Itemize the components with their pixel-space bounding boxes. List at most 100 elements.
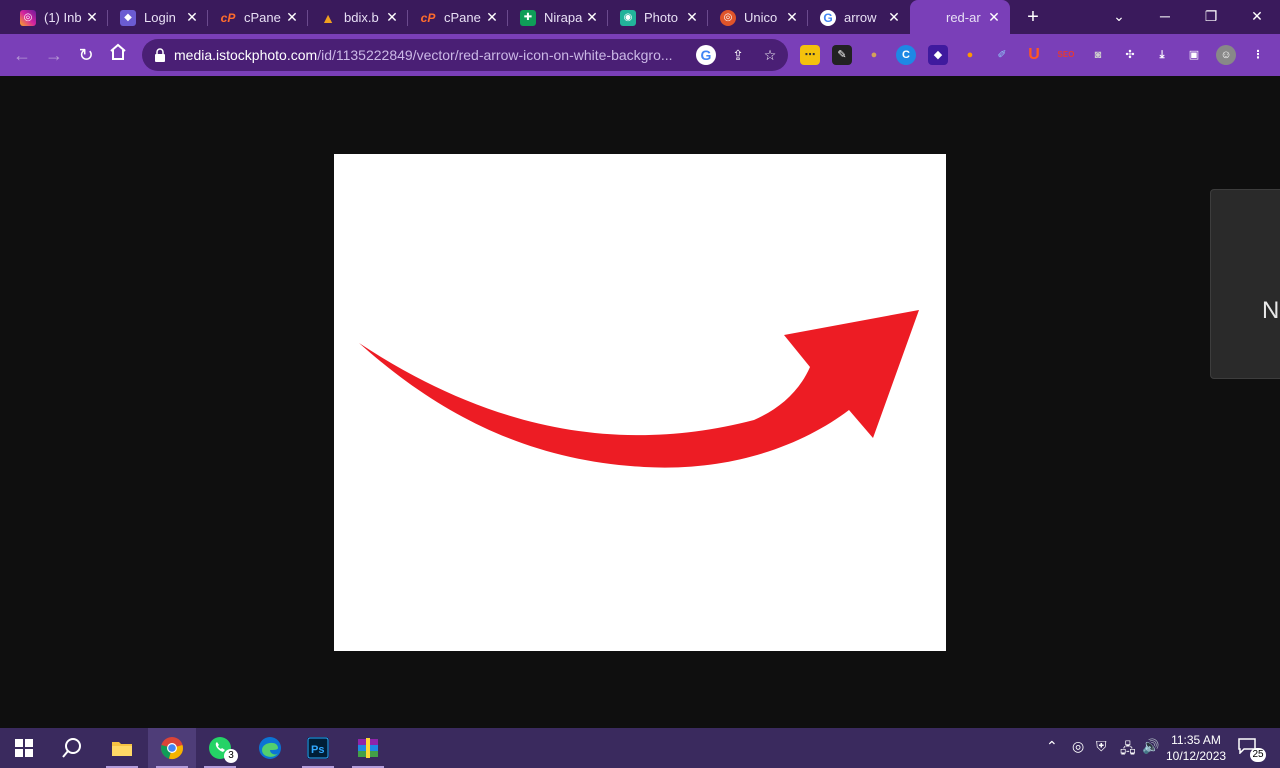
share-icon[interactable]: ⇪ <box>728 45 748 65</box>
back-icon[interactable]: ← <box>10 43 34 67</box>
search-button[interactable] <box>48 728 96 768</box>
side-card[interactable]: N <box>1210 189 1280 379</box>
lock-icon <box>155 48 165 62</box>
close-icon[interactable]: ✕ <box>584 9 600 25</box>
tab-instagram[interactable]: ◎ (1) Inb ✕ <box>8 3 108 32</box>
tab-bdix[interactable]: ▲ bdix.b ✕ <box>308 3 408 32</box>
whatsapp-badge: 3 <box>224 749 238 763</box>
extension-cube-icon[interactable]: ◆ <box>928 45 948 65</box>
side-panel-icon[interactable]: ▣ <box>1184 45 1204 65</box>
extension-circle-icon[interactable]: ● <box>960 45 980 65</box>
instagram-icon: ◎ <box>20 9 36 26</box>
security-icon[interactable]: ⛨ <box>1096 738 1107 755</box>
cookie-icon[interactable]: ● <box>864 45 884 65</box>
url-text: media.istockphoto.com/id/1135222849/vect… <box>174 47 673 63</box>
shield-icon: ◆ <box>120 9 136 26</box>
chrome-button[interactable] <box>148 728 196 768</box>
close-icon[interactable]: ✕ <box>184 9 200 25</box>
url-domain: media.istockphoto.com <box>174 47 318 63</box>
red-arrow-image[interactable] <box>334 154 946 651</box>
tab-title: Unico <box>744 10 778 25</box>
address-bar[interactable]: media.istockphoto.com/id/1135222849/vect… <box>142 39 788 71</box>
profile-avatar[interactable]: ☺ <box>1216 45 1236 65</box>
tab-title: red-ar <box>946 9 981 25</box>
show-hidden-icons-icon[interactable]: ⌃ <box>1046 738 1058 755</box>
search-icon <box>62 738 81 758</box>
tab-title: cPane <box>444 10 481 25</box>
unicorn-icon: ◎ <box>720 9 736 26</box>
clock-date: 10/12/2023 <box>1166 749 1227 763</box>
extension-pen-icon[interactable]: ✐ <box>992 45 1012 65</box>
close-icon[interactable]: ✕ <box>284 9 300 25</box>
edge-button[interactable] <box>246 728 294 768</box>
photo-icon: ◉ <box>620 9 636 26</box>
bookmark-star-icon[interactable]: ☆ <box>760 45 780 65</box>
notification-center-button[interactable]: 25 <box>1238 738 1266 762</box>
close-icon[interactable]: ✕ <box>986 9 1002 25</box>
close-icon[interactable]: ✕ <box>484 9 500 25</box>
new-tab-button[interactable]: + <box>1022 6 1044 28</box>
volume-icon[interactable]: 🔊 <box>1142 738 1159 755</box>
tab-title: Photo <box>644 10 678 25</box>
home-icon[interactable] <box>106 43 130 67</box>
screenshot-icon[interactable]: ◙ <box>1088 45 1108 65</box>
eyedropper-icon[interactable]: ✎ <box>832 45 852 65</box>
winrar-button[interactable] <box>344 728 392 768</box>
tab-search-icon[interactable]: ⌄ <box>1108 5 1130 27</box>
photoshop-button[interactable]: Ps <box>294 728 342 768</box>
cpanel-icon: cP <box>420 10 436 25</box>
tab-active[interactable]: red-ar ✕ <box>910 0 1010 34</box>
google-icon: G <box>820 9 836 26</box>
close-icon[interactable]: ✕ <box>886 9 902 25</box>
network-icon[interactable]: 🖧 <box>1120 738 1136 762</box>
close-icon[interactable]: ✕ <box>384 9 400 25</box>
tab-photo[interactable]: ◉ Photo ✕ <box>608 3 708 32</box>
close-icon[interactable]: ✕ <box>84 9 100 25</box>
url-path: /id/1135222849/vector/red-arrow-icon-on-… <box>317 47 673 63</box>
close-window-icon[interactable]: ✕ <box>1246 5 1268 27</box>
forward-icon[interactable]: → <box>42 43 66 67</box>
tab-title: arrow <box>844 10 877 25</box>
tab-login[interactable]: ◆ Login ✕ <box>108 3 208 32</box>
tab-cpanel[interactable]: cP cPane ✕ <box>208 3 308 32</box>
start-button[interactable] <box>0 728 48 768</box>
tab-title: Login <box>144 10 176 25</box>
winrar-icon <box>358 738 378 758</box>
restore-icon[interactable]: ❐ <box>1200 5 1222 27</box>
tab-arrow[interactable]: G arrow ✕ <box>808 3 910 32</box>
notification-count: 25 <box>1250 748 1266 762</box>
grammarly-icon[interactable]: C <box>896 45 916 65</box>
close-icon[interactable]: ✕ <box>684 9 700 25</box>
photoshop-icon: Ps <box>307 737 329 759</box>
folder-icon <box>112 742 132 756</box>
close-icon[interactable]: ✕ <box>784 9 800 25</box>
cpanel-icon: cP <box>220 10 236 25</box>
tab-cpanel-2[interactable]: cP cPane ✕ <box>408 3 508 32</box>
reload-icon[interactable]: ↻ <box>74 43 98 67</box>
meet-now-icon[interactable]: ◎ <box>1072 738 1084 755</box>
download-icon[interactable]: ⤓ <box>1152 45 1172 65</box>
tab-title: (1) Inb <box>44 10 82 25</box>
tab-unicorn[interactable]: ◎ Unico ✕ <box>708 3 808 32</box>
edge-icon <box>259 737 281 759</box>
tab-title: Nirapa <box>544 10 583 25</box>
google-lens-icon[interactable]: G <box>696 45 716 65</box>
clock-time: 11:35 AM <box>1171 733 1221 747</box>
tab-strip: ◎ (1) Inb ✕ ◆ Login ✕ cP cPane ✕ ▲ bdix.… <box>0 0 1280 34</box>
tab-nirapad[interactable]: ✚ Nirapa ✕ <box>508 3 608 32</box>
system-clock[interactable]: 11:35 AM 10/12/2023 <box>1166 732 1226 764</box>
extension-notes-icon[interactable]: ⋯ <box>800 45 820 65</box>
chrome-icon <box>161 737 183 759</box>
extension-u-icon[interactable]: U <box>1024 45 1044 65</box>
menu-dots-icon[interactable]: ⋮ <box>1248 45 1268 65</box>
tab-title: bdix.b <box>344 10 379 25</box>
windows-icon <box>15 739 33 757</box>
nirapad-icon: ✚ <box>520 9 536 26</box>
whatsapp-button[interactable]: 3 <box>196 728 244 768</box>
browser-toolbar: ← → ↻ media.istockphoto.com/id/113522284… <box>0 34 1280 76</box>
extensions-puzzle-icon[interactable]: ✣ <box>1120 45 1140 65</box>
seo-icon[interactable]: SEO <box>1056 45 1076 65</box>
minimize-icon[interactable]: ─ <box>1154 5 1176 27</box>
tab-title: cPane <box>244 10 281 25</box>
file-explorer-button[interactable] <box>98 728 146 768</box>
